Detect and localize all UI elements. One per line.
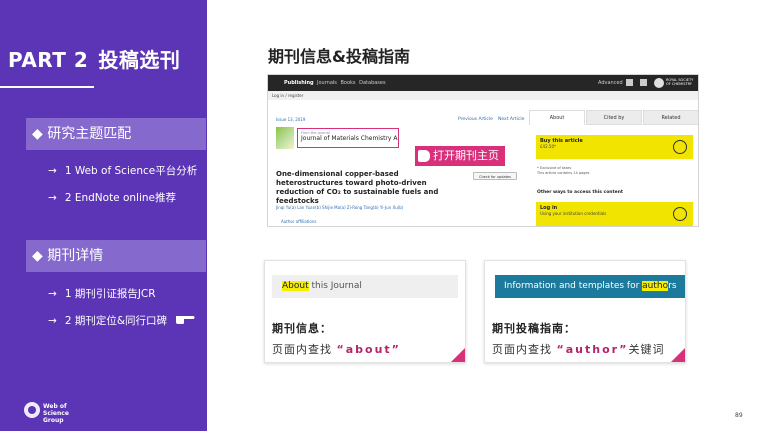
card-body-suffix: 关键词	[628, 343, 665, 356]
wos-logo-text: Web of Science Group	[43, 403, 83, 424]
nav-item-label: 1 期刊引证报告JCR	[64, 288, 156, 300]
info-strip-prefix: Information and templates for	[504, 281, 643, 291]
corner-accent	[671, 348, 685, 362]
logo-line: Science	[43, 410, 69, 417]
left-panel: PART 2 投稿选刊 ◆ 研究主题匹配 → 1 Web of Science平台分…	[0, 0, 207, 431]
logo-line: Web of	[43, 403, 67, 410]
about-journal-strip[interactable]: About this Journal	[272, 275, 458, 298]
pointing-hand-icon	[176, 316, 195, 324]
login-icon	[673, 207, 687, 221]
buy-price: £42.50*	[540, 144, 556, 149]
advanced-search-link[interactable]: Advanced	[598, 75, 623, 91]
article-tabs: About Cited by Related	[529, 110, 698, 125]
info-templates-strip[interactable]: Information and templates for authors	[495, 275, 685, 298]
section-research-topic[interactable]: ◆ 研究主题匹配	[26, 118, 206, 150]
corner-accent	[451, 348, 465, 362]
about-highlight: About	[282, 281, 309, 291]
card-heading: 期刊信息：	[272, 322, 332, 335]
pointing-hand-icon	[418, 150, 430, 162]
other-access-heading: Other ways to access this content	[537, 190, 624, 195]
next-article-link[interactable]: Next Article	[498, 117, 524, 122]
logo-line: Group	[43, 417, 64, 424]
user-icon[interactable]	[626, 79, 633, 86]
author-highlight: autho	[642, 281, 669, 291]
part-title-text: 投稿选刊	[98, 48, 181, 72]
journal-info-card: About this Journal 期刊信息： 页面内查找 “about”	[264, 260, 466, 363]
login-subtitle: Using your institution credentials	[540, 211, 607, 216]
nav-item-label: 1 Web of Science平台分析	[64, 165, 198, 177]
institution-login-button[interactable]: Log in Using your institution credential…	[536, 202, 693, 226]
part-title: PART 2 投稿选刊	[8, 44, 180, 73]
card-body-prefix: 页面内查找	[272, 343, 337, 356]
search-keyword: “author”	[556, 343, 629, 356]
page-title: 期刊信息&投稿指南	[268, 47, 410, 66]
arrow-right-icon: →	[48, 315, 57, 327]
section-journal-details[interactable]: ◆ 期刊详情	[26, 240, 206, 272]
nav-item-label: 2 EndNote online推荐	[64, 192, 177, 204]
info-strip-suffix: rs	[668, 281, 677, 291]
topbar-nav[interactable]: Journals Books Databases	[317, 75, 386, 91]
cart-icon	[673, 140, 687, 154]
wos-logo-icon	[24, 402, 40, 418]
title-underline	[0, 86, 94, 88]
card-body: 页面内查找 “author”关键词	[492, 341, 665, 357]
arrow-right-icon: →	[48, 165, 57, 177]
search-keyword: “about”	[336, 343, 401, 356]
rsc-topbar: Publishing Journals Books Databases Adva…	[268, 75, 698, 91]
check-updates-button[interactable]: Check for updates	[473, 172, 517, 180]
nav-item-wos-analysis[interactable]: → 1 Web of Science平台分析	[48, 163, 197, 178]
login-bar[interactable]: Log in / register	[268, 91, 698, 100]
page-number: 89	[735, 412, 743, 419]
card-body: 页面内查找 “about”	[272, 341, 401, 357]
arrow-right-icon: →	[48, 192, 57, 204]
article-title: One-dimensional copper-based heterostruc…	[276, 170, 439, 205]
nav-item-label: 2 期刊定位&同行口碑	[64, 315, 168, 327]
nav-item-jcr[interactable]: → 1 期刊引证报告JCR	[48, 286, 156, 301]
nav-item-endnote[interactable]: → 2 EndNote online推荐	[48, 190, 176, 205]
previous-article-link[interactable]: Previous Article	[458, 117, 493, 122]
submission-guide-card: Information and templates for authors 期刊…	[484, 260, 686, 363]
buy-article-button[interactable]: Buy this article £42.50*	[536, 135, 693, 159]
card-body-prefix: 页面内查找	[492, 343, 557, 356]
tab-about[interactable]: About	[529, 110, 585, 125]
journal-name-link[interactable]: Journal of Materials Chemistry A	[301, 135, 397, 142]
callout-label: 打开期刊主页	[433, 149, 499, 162]
journal-link-box[interactable]: From the journal Journal of Materials Ch…	[297, 128, 399, 148]
nav-item-positioning[interactable]: → 2 期刊定位&同行口碑	[48, 313, 167, 328]
rsc-logo: ROYAL SOCIETY OF CHEMISTRY	[652, 76, 698, 90]
arrow-right-icon: →	[48, 288, 57, 300]
part-label: PART 2	[8, 48, 89, 72]
about-strip-rest: this Journal	[308, 281, 362, 291]
tab-related[interactable]: Related	[643, 110, 698, 125]
section-research-topic-label: ◆ 研究主题匹配	[32, 126, 132, 142]
issue-label[interactable]: Issue 13, 2019	[276, 117, 305, 122]
price-note-line: This article contains 14 pages	[537, 171, 590, 175]
journal-cover-thumbnail[interactable]	[276, 127, 294, 149]
card-heading: 期刊投稿指南：	[492, 322, 576, 335]
cart-icon[interactable]	[640, 79, 647, 86]
rsc-article-screenshot: Publishing Journals Books Databases Adva…	[267, 74, 699, 227]
section-journal-details-label: ◆ 期刊详情	[32, 248, 104, 264]
author-affiliations-link[interactable]: Author affiliations	[281, 219, 316, 224]
price-note: * Exclusive of taxes This article contai…	[537, 166, 589, 176]
open-journal-callout: 打开期刊主页	[415, 146, 505, 166]
tab-cited-by[interactable]: Cited by	[586, 110, 642, 125]
author-list[interactable]: Jinqi Yu(a) Lan Yuan(b) Shijie Ma(a) Zi-…	[276, 205, 403, 210]
brand-label[interactable]: Publishing	[284, 75, 314, 91]
